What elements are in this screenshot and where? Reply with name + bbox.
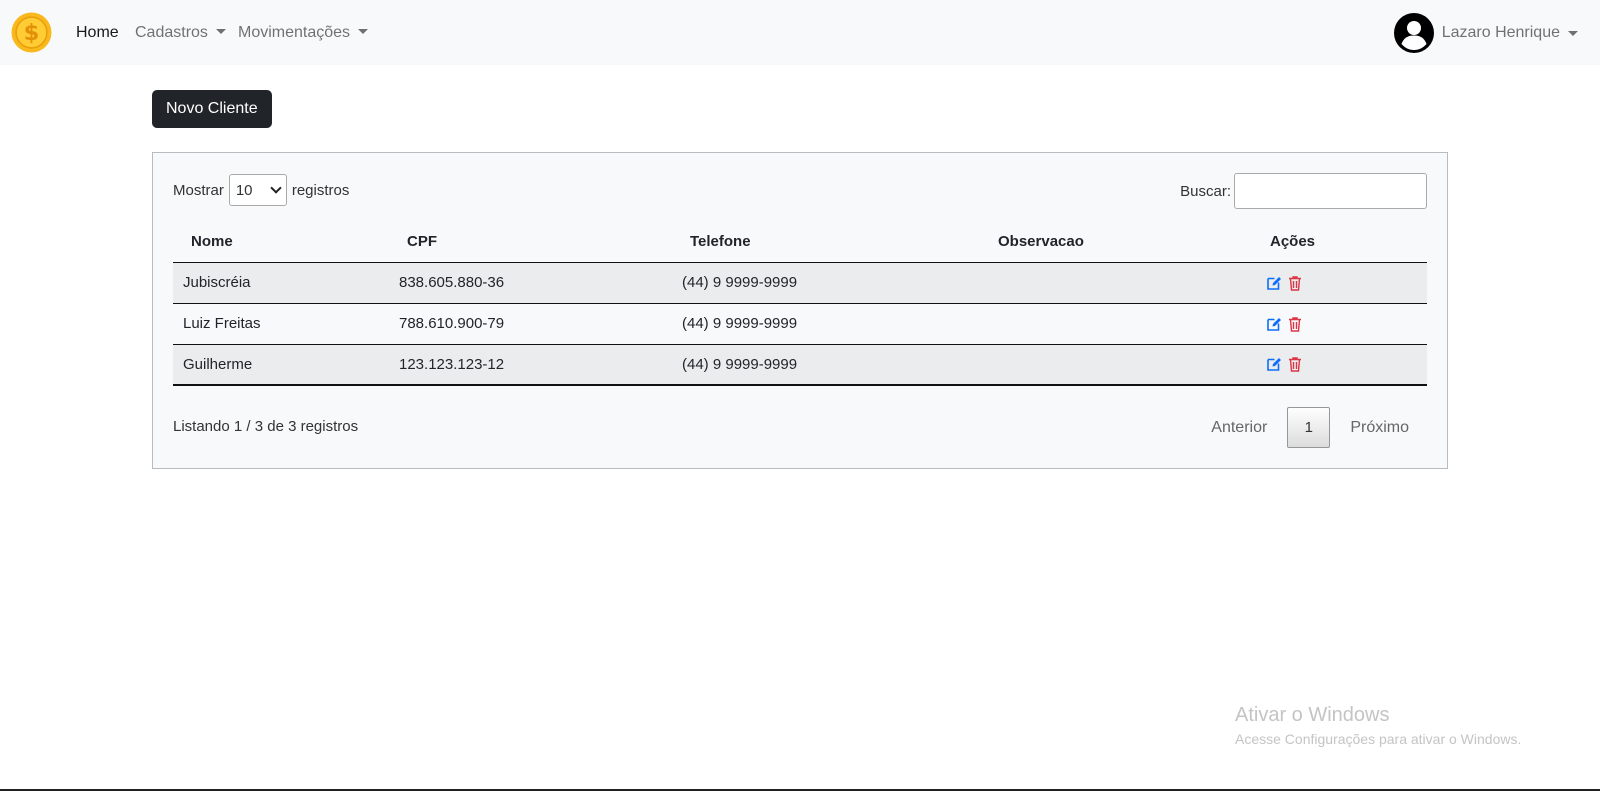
caret-down-icon: [1568, 30, 1578, 36]
header-cpf[interactable]: CPF: [389, 221, 672, 263]
cell-observacao: [980, 344, 1252, 386]
nav-cadastros-label: Cadastros: [135, 24, 208, 41]
clients-table: Nome CPF Telefone Observacao Ações Jubis…: [173, 221, 1427, 386]
new-client-button[interactable]: Novo Cliente: [152, 90, 272, 128]
page-length-select[interactable]: 10: [228, 174, 287, 206]
page-length-control: Mostrar 10 registros: [173, 174, 349, 206]
pagination-next[interactable]: Próximo: [1342, 419, 1417, 437]
cell-nome: Jubiscréia: [173, 262, 389, 304]
caret-down-icon: [215, 29, 226, 34]
caret-down-icon: [358, 29, 369, 34]
row-actions: [1262, 316, 1417, 332]
top-navbar: $ Home Cadastros Movimentações Lazaro He…: [0, 0, 1600, 65]
user-circle-icon: [1393, 13, 1434, 53]
pagination: Anterior 1 Próximo: [1203, 407, 1417, 448]
cell-acoes: [1252, 344, 1427, 386]
nav-cadastros-dropdown[interactable]: Cadastros: [135, 22, 226, 44]
trash-icon[interactable]: [1287, 275, 1303, 291]
row-actions: [1262, 356, 1417, 372]
cell-nome: Luiz Freitas: [173, 303, 389, 345]
search-label: Buscar:: [1180, 182, 1231, 200]
svg-text:$: $: [24, 20, 40, 46]
edit-icon[interactable]: [1266, 316, 1282, 332]
cell-observacao: [980, 303, 1252, 345]
dollar-coin-icon[interactable]: $: [11, 12, 52, 53]
cell-telefone: (44) 9 9999-9999: [672, 303, 980, 345]
windows-activation-subtitle: Acesse Configurações para ativar o Windo…: [1235, 731, 1522, 747]
cell-telefone: (44) 9 9999-9999: [672, 262, 980, 304]
header-observacao[interactable]: Observacao: [980, 221, 1252, 263]
edit-icon[interactable]: [1266, 275, 1282, 291]
edit-icon[interactable]: [1266, 356, 1282, 372]
cell-acoes: [1252, 262, 1427, 304]
pagination-previous[interactable]: Anterior: [1203, 419, 1275, 437]
cell-observacao: [980, 262, 1252, 304]
table-row: Luiz Freitas 788.610.900-79 (44) 9 9999-…: [173, 303, 1427, 345]
clients-table-card: Mostrar 10 registros Buscar: Nome CPF Te…: [152, 152, 1448, 469]
show-suffix-label: registros: [291, 181, 350, 199]
table-row: Jubiscréia 838.605.880-36 (44) 9 9999-99…: [173, 262, 1427, 304]
header-telefone[interactable]: Telefone: [672, 221, 980, 263]
nav-home-label: Home: [76, 24, 119, 41]
cell-telefone: (44) 9 9999-9999: [672, 344, 980, 386]
nav-home[interactable]: Home: [76, 22, 119, 44]
cell-cpf: 838.605.880-36: [389, 262, 672, 304]
user-name: Lazaro Henrique: [1441, 24, 1560, 41]
cell-cpf: 123.123.123-12: [389, 344, 672, 386]
windows-activation-title: Ativar o Windows: [1235, 704, 1390, 726]
nav-movimentacoes-label: Movimentações: [238, 24, 351, 41]
nav-movimentacoes-dropdown[interactable]: Movimentações: [238, 22, 369, 44]
search-control: Buscar:: [1180, 173, 1427, 209]
page-length-value: 10: [235, 181, 253, 199]
chevron-down-icon: [270, 182, 282, 194]
show-prefix-label: Mostrar: [173, 181, 224, 199]
cell-acoes: [1252, 303, 1427, 345]
search-input[interactable]: [1234, 173, 1427, 209]
cell-nome: Guilherme: [173, 344, 389, 386]
header-nome[interactable]: Nome: [173, 221, 389, 263]
pagination-page-current[interactable]: 1: [1287, 407, 1331, 448]
trash-icon[interactable]: [1287, 316, 1303, 332]
row-actions: [1262, 275, 1417, 291]
user-menu-dropdown[interactable]: Lazaro Henrique: [1393, 13, 1578, 53]
table-info-text: Listando 1 / 3 de 3 registros: [173, 418, 359, 435]
table-header-row: Nome CPF Telefone Observacao Ações: [173, 221, 1427, 263]
cell-cpf: 788.610.900-79: [389, 303, 672, 345]
table-row: Guilherme 123.123.123-12 (44) 9 9999-999…: [173, 344, 1427, 386]
trash-icon[interactable]: [1287, 356, 1303, 372]
header-acoes: Ações: [1252, 221, 1427, 263]
